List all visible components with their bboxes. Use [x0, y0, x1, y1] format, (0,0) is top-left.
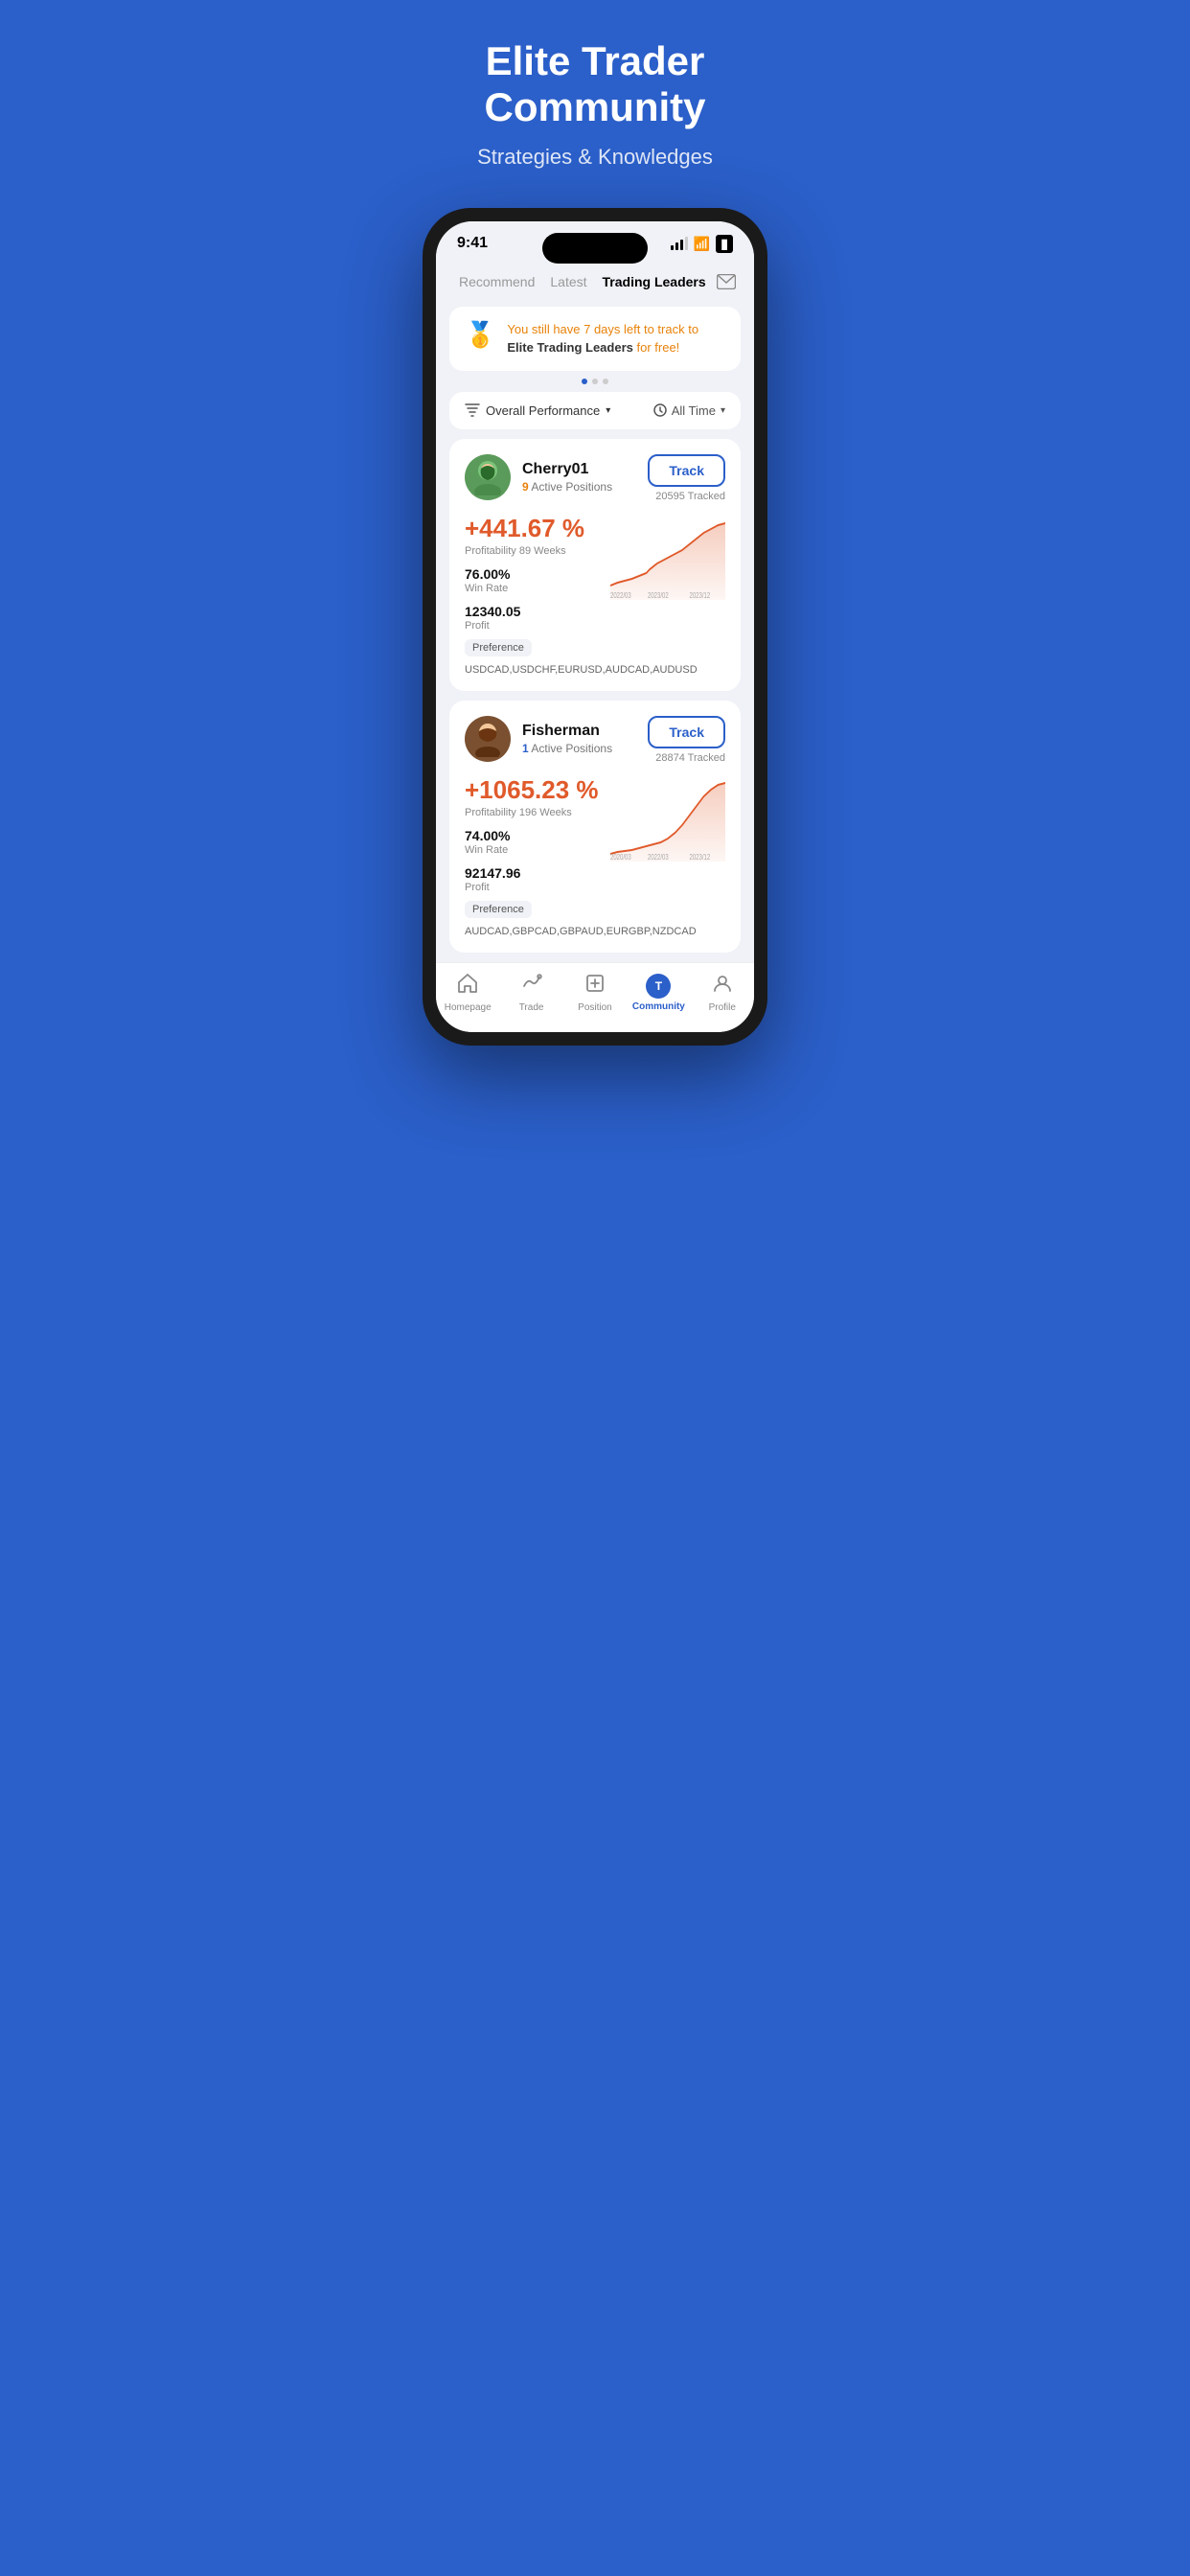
trader-info-cherry01: Cherry01 9 Active Positions [465, 454, 612, 500]
sort-filter[interactable]: Overall Performance ▾ [465, 403, 610, 418]
dot-3 [603, 379, 608, 384]
sort-label: Overall Performance [486, 403, 600, 418]
nav-position[interactable]: Position [568, 973, 621, 1013]
chart-cherry01: 2022/03 2023/02 2023/12 [610, 514, 725, 605]
avatar-figure-fisherman [471, 721, 504, 757]
chart-date-2-fisherman: 2022/03 [648, 854, 669, 862]
nav-community[interactable]: T Community [632, 974, 685, 1012]
avatar-figure-cherry01 [471, 459, 504, 495]
promo-text: You still have 7 days left to track to E… [507, 320, 725, 357]
profit-cherry01: 12340.05 [465, 604, 599, 619]
promo-text-part2: for free! [633, 340, 679, 355]
trader-positions-cherry01: 9 Active Positions [522, 480, 612, 494]
position-icon [584, 973, 606, 1000]
profile-icon [712, 973, 733, 1000]
preference-badge-fisherman: Preference [465, 901, 532, 918]
status-time: 9:41 [457, 235, 488, 252]
profit-weeks-cherry01: Profitability 89 Weeks [465, 545, 599, 557]
chart-fisherman: 2020/03 2022/03 2023/12 [610, 775, 725, 866]
nav-trade-label: Trade [519, 1002, 544, 1013]
trader-stats-cherry01: +441.67 % Profitability 89 Weeks 76.00% … [465, 514, 599, 632]
bottom-nav: Homepage Trade Position [436, 962, 754, 1032]
time-filter[interactable]: All Time ▾ [653, 403, 725, 418]
chart-date-2-cherry01: 2023/02 [648, 592, 669, 600]
trader-card-fisherman: Fisherman 1 Active Positions Track 28874… [449, 701, 741, 953]
hero-subtitle: Strategies & Knowledges [477, 145, 713, 170]
mail-button[interactable] [714, 266, 739, 297]
preference-currencies-cherry01: USDCAD,USDCHF,EURUSD,AUDCAD,AUDUSD [465, 664, 698, 676]
track-button-cherry01[interactable]: Track [648, 454, 725, 487]
track-button-fisherman[interactable]: Track [648, 716, 725, 748]
profit-fisherman: 92147.96 [465, 865, 599, 881]
signal-bars-icon [671, 237, 688, 250]
trade-icon [521, 973, 542, 1000]
time-chevron-icon: ▾ [721, 405, 725, 416]
dot-2 [592, 379, 598, 384]
preference-row-cherry01: Preference USDCAD,USDCHF,EURUSD,AUDCAD,A… [465, 639, 725, 676]
nav-trade[interactable]: Trade [505, 973, 558, 1013]
trader-info-fisherman: Fisherman 1 Active Positions [465, 716, 612, 762]
chart-date-1-fisherman: 2020/03 [610, 854, 631, 862]
community-icon: T [646, 974, 671, 999]
track-section-cherry01: Track 20595 Tracked [648, 454, 725, 502]
nav-tabs: Recommend Latest Trading Leaders [436, 259, 754, 307]
dynamic-island [542, 233, 648, 264]
chart-date-1-cherry01: 2022/03 [610, 592, 631, 600]
tracked-count-cherry01: 20595 Tracked [655, 491, 725, 502]
nav-position-label: Position [578, 1002, 612, 1013]
battery-icon: ▮ [716, 235, 733, 253]
preference-badge-cherry01: Preference [465, 639, 532, 656]
profit-label-fisherman: Profit [465, 882, 599, 893]
tab-latest[interactable]: Latest [542, 270, 594, 293]
preference-currencies-fisherman: AUDCAD,GBPCAD,GBPAUD,EURGBP,NZDCAD [465, 926, 697, 937]
home-icon [457, 973, 478, 1000]
promo-text-part1: You still have 7 days left to track to [507, 322, 698, 336]
hero-title: Elite Trader Community [485, 38, 706, 131]
trader-positions-fisherman: 1 Active Positions [522, 742, 612, 755]
wifi-icon: 📶 [694, 236, 710, 252]
chart-date-3-cherry01: 2023/12 [690, 592, 711, 600]
trader-avatar-fisherman [465, 716, 511, 762]
sort-icon [465, 403, 480, 417]
status-icons: 📶 ▮ [671, 235, 733, 253]
trader-name-fisherman: Fisherman [522, 723, 612, 740]
trader-name-cherry01: Cherry01 [522, 461, 612, 478]
nav-profile-label: Profile [709, 1002, 736, 1013]
trader-stats-fisherman: +1065.23 % Profitability 196 Weeks 74.00… [465, 775, 599, 893]
tab-recommend[interactable]: Recommend [451, 270, 542, 293]
win-rate-label-fisherman: Win Rate [465, 844, 599, 856]
nav-homepage[interactable]: Homepage [442, 973, 494, 1013]
filter-bar: Overall Performance ▾ All Time ▾ [449, 392, 741, 429]
promo-text-bold: Elite Trading Leaders [507, 340, 633, 355]
dot-indicator [436, 379, 754, 384]
dot-1 [582, 379, 587, 384]
profit-pct-cherry01: +441.67 % [465, 514, 599, 543]
promo-emoji: 🥇 [465, 320, 495, 350]
promo-banner: 🥇 You still have 7 days left to track to… [449, 307, 741, 371]
status-bar: 9:41 📶 ▮ [436, 221, 754, 259]
phone-screen: 9:41 📶 ▮ Recommend Latest Trading Leader… [436, 221, 754, 1032]
nav-profile[interactable]: Profile [696, 973, 748, 1013]
win-rate-fisherman: 74.00% [465, 828, 599, 843]
trader-name-section-cherry01: Cherry01 9 Active Positions [522, 461, 612, 494]
track-section-fisherman: Track 28874 Tracked [648, 716, 725, 764]
phone-frame: 9:41 📶 ▮ Recommend Latest Trading Leader… [423, 208, 767, 1046]
nav-community-label: Community [632, 1001, 685, 1012]
trader-name-section-fisherman: Fisherman 1 Active Positions [522, 723, 612, 755]
nav-homepage-label: Homepage [445, 1002, 492, 1013]
profit-weeks-fisherman: Profitability 196 Weeks [465, 807, 599, 818]
preference-row-fisherman: Preference AUDCAD,GBPCAD,GBPAUD,EURGBP,N… [465, 901, 725, 937]
trader-avatar-cherry01 [465, 454, 511, 500]
profit-label-cherry01: Profit [465, 620, 599, 632]
tracked-count-fisherman: 28874 Tracked [655, 752, 725, 764]
profit-pct-fisherman: +1065.23 % [465, 775, 599, 805]
chart-date-3-fisherman: 2023/12 [690, 854, 711, 862]
sort-chevron-icon: ▾ [606, 405, 610, 416]
win-rate-label-cherry01: Win Rate [465, 583, 599, 594]
tab-trading-leaders[interactable]: Trading Leaders [595, 270, 714, 293]
clock-icon [653, 403, 667, 417]
time-label: All Time [672, 403, 716, 418]
trader-card-cherry01: Cherry01 9 Active Positions Track 20595 … [449, 439, 741, 691]
win-rate-cherry01: 76.00% [465, 566, 599, 582]
